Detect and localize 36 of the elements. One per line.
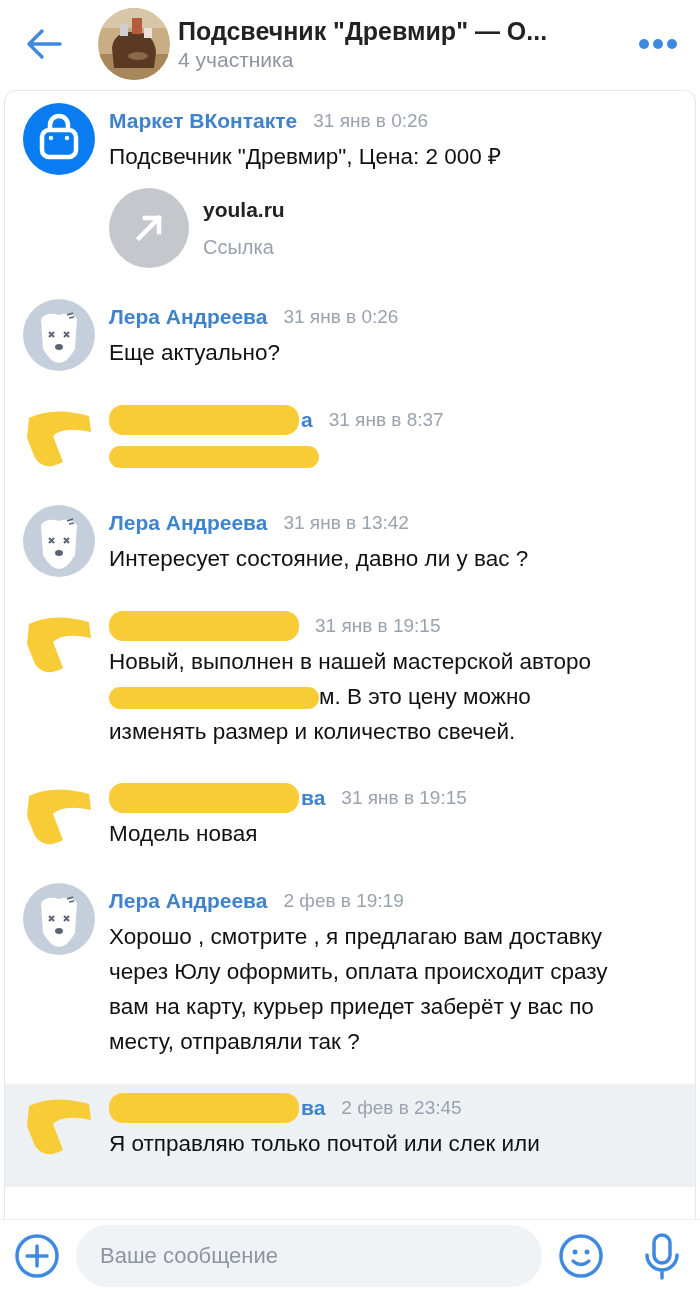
sender-name[interactable]: Лера Андреева — [109, 511, 268, 535]
message-text: Я отправляю только почтой или слек или — [109, 1130, 541, 1158]
message-time: 31 янв в 8:37 — [328, 409, 444, 431]
message-time: 31 янв в 19:15 — [341, 787, 467, 809]
link-caption: Ссылка — [203, 235, 275, 259]
more-icon[interactable] — [638, 38, 678, 50]
message-time: 31 янв в 13:42 — [283, 512, 409, 534]
smiley-icon[interactable] — [558, 1232, 604, 1279]
link-title[interactable]: youla.ru — [203, 197, 285, 222]
message-text: Модель новая — [109, 820, 259, 848]
add-icon[interactable] — [14, 1232, 60, 1279]
back-icon[interactable] — [24, 28, 64, 60]
message-time: 2 фев в 19:19 — [283, 890, 404, 912]
chat-title: Подсвечник "Древмир" — О... — [178, 16, 549, 46]
message-time: 31 янв в 19:15 — [315, 615, 441, 637]
sender-name[interactable]: Лера Андреева — [109, 305, 268, 329]
message-text: Интересует состояние, давно ли у вас ? — [109, 545, 530, 573]
message-text: Хорошо , смотрите , я предлагаю вам доставку через Юлу оформить, оплата происходит сразу вам на карту, курьер приедет заберёт у вас по месту, отправляли так ? — [109, 923, 609, 1056]
sender-name[interactable]: ва — [301, 1096, 326, 1120]
message-field[interactable]: Ваше сообщение — [76, 1224, 542, 1287]
sender-name[interactable]: а — [301, 408, 313, 432]
message-time: 2 фев в 23:45 — [341, 1097, 462, 1119]
dog-avatar-icon — [23, 505, 95, 577]
message-text: Еще актуально? — [109, 339, 281, 367]
sender-name[interactable]: ва — [301, 786, 326, 810]
sender-name[interactable]: Маркет ВКонтакте — [109, 109, 298, 133]
shopping-bag-icon — [23, 103, 95, 175]
message-time: 31 янв в 0:26 — [283, 306, 399, 328]
sender-name[interactable]: Лера Андреева — [109, 889, 268, 913]
dog-avatar-icon — [23, 299, 95, 371]
message-text: Подсвечник "Древмир", Цена: 2 000 ₽ — [109, 143, 502, 171]
message-time: 31 янв в 0:26 — [313, 110, 429, 132]
dog-avatar-icon — [23, 883, 95, 955]
microphone-icon[interactable] — [642, 1231, 682, 1280]
member-count: 4 участника — [178, 47, 295, 72]
message-text: Новый, выполнен в нашей мастерской авторо м. В это цену можно изменять размер и количество свечей. — [109, 648, 593, 746]
